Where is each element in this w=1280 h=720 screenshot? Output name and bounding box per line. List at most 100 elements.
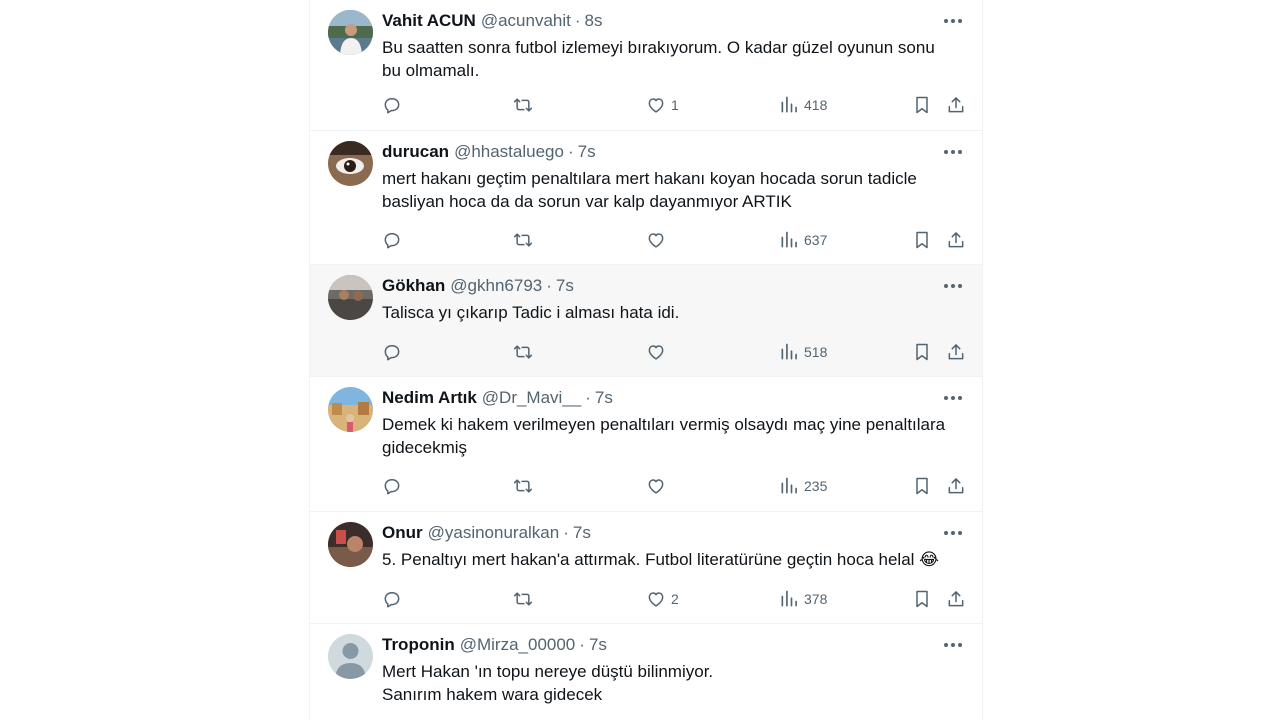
- author-handle[interactable]: @gkhn6793: [450, 276, 542, 296]
- action-bar: 1 418: [382, 94, 968, 116]
- like-button[interactable]: [646, 341, 671, 363]
- timestamp[interactable]: 7s: [595, 388, 613, 408]
- tweet-header: Troponin @Mirza_00000 · 7s: [382, 635, 607, 655]
- tweet-text: Mert Hakan 'ın topu nereye düştü bilinmi…: [382, 660, 962, 706]
- timeline: Vahit ACUN @acunvahit · 8s Bu saatten so…: [309, 0, 983, 720]
- reply-button[interactable]: [382, 341, 407, 363]
- tweet-header: Nedim Artık @Dr_Mavi__ · 7s: [382, 388, 613, 408]
- views-icon: [781, 477, 797, 494]
- share-icon: [948, 97, 964, 113]
- reply-icon: [384, 479, 400, 495]
- avatar[interactable]: [328, 141, 373, 186]
- bookmark-button[interactable]: [912, 94, 932, 116]
- author-name[interactable]: Onur: [382, 523, 423, 543]
- bookmark-button[interactable]: [912, 475, 932, 497]
- tweet[interactable]: Nedim Artık @Dr_Mavi__ · 7s Demek ki hak…: [310, 377, 982, 512]
- avatar[interactable]: [328, 387, 373, 432]
- views-button[interactable]: 418: [779, 94, 827, 116]
- view-count: 235: [804, 478, 828, 494]
- retweet-button[interactable]: [512, 341, 539, 363]
- author-handle[interactable]: @acunvahit: [481, 11, 571, 31]
- tweet-text: Talisca yı çıkarıp Tadic i alması hata i…: [382, 301, 962, 324]
- tweet[interactable]: Gökhan @gkhn6793 · 7s Talisca yı çıkarıp…: [310, 265, 982, 377]
- tweet-header: Gökhan @gkhn6793 · 7s: [382, 276, 574, 296]
- more-icon: [944, 284, 962, 288]
- bookmark-button[interactable]: [912, 588, 932, 610]
- share-button[interactable]: [946, 94, 966, 116]
- timestamp[interactable]: 7s: [589, 635, 607, 655]
- retweet-button[interactable]: [512, 94, 539, 116]
- separator: ·: [567, 142, 574, 161]
- author-handle[interactable]: @Mirza_00000: [460, 635, 576, 655]
- like-button[interactable]: [646, 229, 671, 251]
- share-button[interactable]: [946, 475, 966, 497]
- view-count: 518: [804, 344, 828, 360]
- avatar[interactable]: [328, 522, 373, 567]
- retweet-button[interactable]: [512, 588, 539, 610]
- timestamp[interactable]: 8s: [585, 11, 603, 31]
- views-button[interactable]: 378: [779, 588, 827, 610]
- reply-button[interactable]: [382, 229, 407, 251]
- more-options-button[interactable]: [942, 387, 964, 409]
- views-button[interactable]: 637: [779, 229, 827, 251]
- share-button[interactable]: [946, 588, 966, 610]
- avatar[interactable]: [328, 10, 373, 55]
- tweet-text-line: Sanırım hakem wara gidecek: [382, 685, 603, 704]
- view-count: 378: [804, 591, 828, 607]
- author-name[interactable]: Vahit ACUN: [382, 11, 476, 31]
- like-button[interactable]: [646, 475, 671, 497]
- reply-button[interactable]: [382, 588, 407, 610]
- like-button[interactable]: 1: [646, 94, 679, 116]
- views-button[interactable]: 518: [779, 341, 827, 363]
- separator: ·: [574, 11, 581, 30]
- author-name[interactable]: Gökhan: [382, 276, 445, 296]
- bookmark-icon: [916, 590, 928, 608]
- views-icon: [781, 231, 797, 248]
- bookmark-icon: [916, 343, 928, 361]
- view-count: 637: [804, 232, 828, 248]
- tweet[interactable]: Troponin @Mirza_00000 · 7s Mert Hakan 'ı…: [310, 624, 982, 720]
- tweet-header: Vahit ACUN @acunvahit · 8s: [382, 11, 603, 31]
- tweet[interactable]: durucan @hhastaluego · 7s mert hakanı ge…: [310, 131, 982, 265]
- reply-button[interactable]: [382, 475, 407, 497]
- reply-icon: [384, 592, 400, 608]
- more-options-button[interactable]: [942, 10, 964, 32]
- bookmark-icon: [916, 231, 928, 249]
- retweet-button[interactable]: [512, 475, 539, 497]
- tweet-text-line: mert hakanı geçtim penaltılara mert haka…: [382, 169, 917, 188]
- author-handle[interactable]: @hhastaluego: [454, 142, 564, 162]
- bookmark-button[interactable]: [912, 341, 932, 363]
- reply-icon: [384, 98, 400, 114]
- tweet-text-line: Bu saatten sonra futbol izlemeyi bırakıy…: [382, 38, 935, 57]
- timestamp[interactable]: 7s: [556, 276, 574, 296]
- timestamp[interactable]: 7s: [573, 523, 591, 543]
- like-icon: [648, 98, 664, 113]
- share-button[interactable]: [946, 341, 966, 363]
- like-button[interactable]: 2: [646, 588, 679, 610]
- more-options-button[interactable]: [942, 141, 964, 163]
- views-button[interactable]: 235: [779, 475, 827, 497]
- timestamp[interactable]: 7s: [578, 142, 596, 162]
- tweet[interactable]: Onur @yasinonuralkan · 7s 5. Penaltıyı m…: [310, 512, 982, 624]
- more-options-button[interactable]: [942, 522, 964, 544]
- like-icon: [648, 233, 664, 248]
- author-handle[interactable]: @Dr_Mavi__: [482, 388, 581, 408]
- tweet-text: Demek ki hakem verilmeyen penaltıları ve…: [382, 413, 962, 459]
- author-name[interactable]: durucan: [382, 142, 449, 162]
- bookmark-icon: [916, 477, 928, 495]
- reply-button[interactable]: [382, 94, 407, 116]
- author-name[interactable]: Nedim Artık: [382, 388, 477, 408]
- avatar[interactable]: [328, 275, 373, 320]
- author-handle[interactable]: @yasinonuralkan: [428, 523, 560, 543]
- more-options-button[interactable]: [942, 275, 964, 297]
- tweet-text: mert hakanı geçtim penaltılara mert haka…: [382, 167, 962, 213]
- tweet[interactable]: Vahit ACUN @acunvahit · 8s Bu saatten so…: [310, 0, 982, 131]
- share-button[interactable]: [946, 229, 966, 251]
- more-options-button[interactable]: [942, 634, 964, 656]
- avatar[interactable]: [328, 634, 373, 679]
- author-name[interactable]: Troponin: [382, 635, 455, 655]
- reply-icon: [384, 345, 400, 361]
- bookmark-button[interactable]: [912, 229, 932, 251]
- views-icon: [781, 343, 797, 360]
- retweet-button[interactable]: [512, 229, 539, 251]
